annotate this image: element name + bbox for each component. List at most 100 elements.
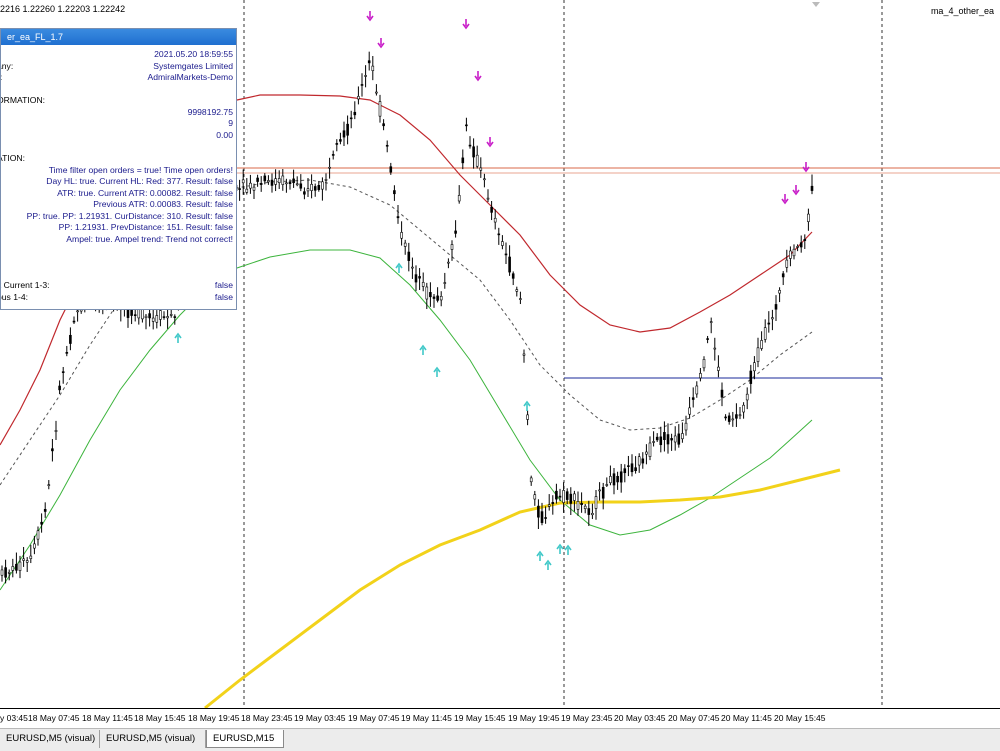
candle-body: [515, 289, 519, 292]
candle-body: [439, 296, 443, 301]
candle-body: [652, 441, 655, 443]
info-row-value: Time filter open orders = true! Time ope…: [48, 164, 233, 175]
candle-body: [385, 144, 389, 147]
candle-body: [789, 250, 792, 259]
candle: [306, 178, 310, 198]
candle: [778, 287, 781, 303]
time-axis-label: 19 May 23:45: [561, 713, 613, 723]
candle: [274, 169, 277, 192]
info-row: [1, 245, 236, 256]
candle: [666, 423, 670, 454]
tab-eurusd-m15[interactable]: EURUSD,M15: [206, 730, 284, 748]
candle: [519, 291, 522, 305]
candle-body: [393, 190, 396, 195]
time-axis-label: 19 May 19:45: [508, 713, 560, 723]
candle-body: [508, 256, 511, 273]
chart-area[interactable]: 2216 1.22260 1.22203 1.22242 ma_4_other_…: [0, 0, 1000, 708]
candle-body: [702, 359, 706, 369]
candle-body: [486, 197, 490, 200]
candle: [724, 414, 727, 421]
info-row: [1, 141, 236, 152]
candle: [684, 415, 688, 436]
info-row-value: Previous ATR: 0.00083. Result: false: [93, 199, 233, 210]
candle-body: [799, 242, 803, 248]
candle: [166, 308, 169, 329]
candle: [587, 500, 591, 526]
candle-body: [418, 276, 421, 279]
sell-signal-arrow-icon: [377, 38, 385, 49]
info-row: k Current 1-3: false: [1, 280, 236, 291]
ea-info-panel[interactable]: er_ea_FL_1.7 :2021.05.20 18:59:55any: Sys…: [0, 28, 237, 310]
candle: [0, 565, 4, 582]
candle-body: [785, 259, 789, 268]
candle: [508, 245, 511, 276]
candle-body: [562, 490, 565, 503]
candle: [504, 242, 508, 264]
candle-body: [666, 434, 670, 445]
candle-body: [148, 313, 151, 319]
candle-body: [587, 508, 591, 515]
candle: [598, 482, 601, 501]
info-row: ATION:: [1, 153, 236, 164]
candle-body: [310, 184, 313, 191]
candle: [378, 94, 382, 123]
candle: [605, 477, 609, 487]
candle-body: [594, 496, 598, 509]
candle-body: [342, 130, 346, 138]
candle-body: [756, 347, 760, 362]
tab-label: EURUSD,M5 (visual): [6, 733, 96, 744]
tab-eurusd-m5-visual-2[interactable]: EURUSD,M5 (visual): [100, 730, 206, 748]
candle-body: [781, 273, 785, 278]
candle: [673, 426, 677, 451]
candle: [645, 444, 648, 465]
candle-body: [407, 251, 411, 261]
ea-info-panel-title[interactable]: er_ea_FL_1.7: [1, 29, 236, 45]
candle-body: [436, 295, 439, 301]
candle-body: [612, 473, 616, 486]
candle-body: [501, 241, 504, 246]
candle-body: [555, 490, 558, 500]
candle-body: [475, 154, 479, 167]
candle: [601, 482, 605, 510]
candle: [295, 176, 299, 187]
tab-eurusd-m5-visual-1[interactable]: EURUSD,M5 (visual): [0, 730, 100, 748]
candle-body: [72, 320, 76, 323]
candle-body: [274, 178, 277, 185]
candle: [418, 268, 421, 290]
candle: [756, 337, 760, 368]
info-row: any: Systemgates Limited: [1, 61, 236, 72]
candle-body: [526, 414, 529, 420]
candle-body: [425, 286, 429, 300]
candle-body: [411, 266, 414, 269]
candle-body: [313, 186, 317, 191]
info-row: ORMATION:: [1, 95, 236, 106]
candle: [58, 380, 61, 395]
candle: [609, 465, 612, 486]
candle: [486, 189, 490, 203]
candle-body: [623, 468, 627, 474]
candle-body: [69, 334, 72, 344]
candle: [576, 491, 580, 516]
candle-body: [591, 513, 594, 516]
time-axis-label: 20 May 03:45: [614, 713, 666, 723]
candle-body: [738, 414, 742, 417]
candle: [432, 293, 436, 308]
candle-body: [519, 298, 522, 300]
candle-body: [767, 322, 771, 325]
candle: [436, 287, 439, 303]
candle: [799, 235, 803, 253]
buy-signal-arrow-icon: [536, 550, 544, 561]
candle: [454, 220, 457, 238]
candle-body: [396, 216, 400, 219]
candle-body: [637, 456, 641, 466]
candle-body: [681, 433, 684, 440]
candle: [699, 367, 702, 382]
info-row: Previous ATR: 0.00083. Result: false: [1, 199, 236, 210]
candle-body: [259, 183, 263, 185]
candle-body: [382, 123, 385, 127]
time-axis-label: 18 May 23:45: [241, 713, 293, 723]
candle-body: [155, 315, 159, 323]
candle-body: [655, 436, 659, 441]
candle: [256, 174, 259, 187]
info-row-value: Day HL: true. Current HL: Red: 377. Resu…: [46, 176, 233, 187]
